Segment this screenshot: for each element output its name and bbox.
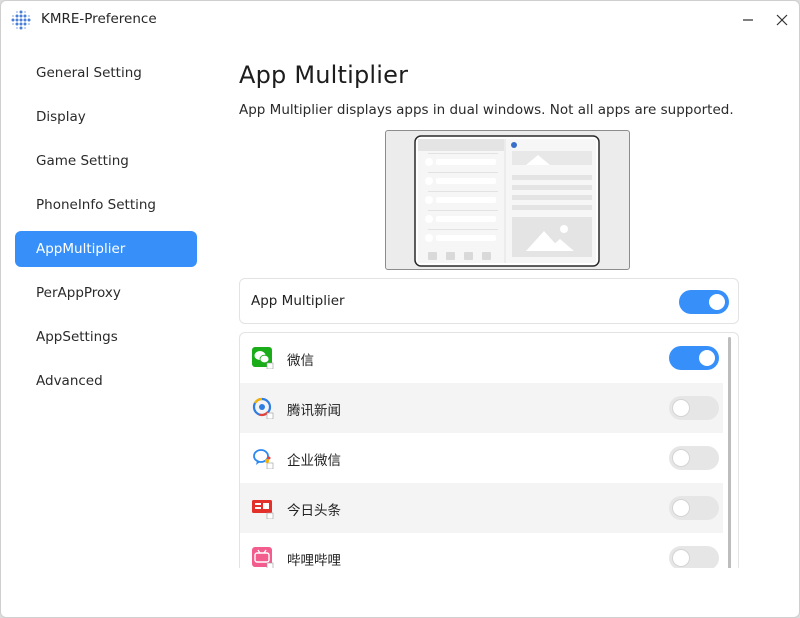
tablet-illustration-icon bbox=[414, 135, 600, 267]
wecom-toggle[interactable] bbox=[669, 446, 719, 470]
sidebar-item-label: PhoneInfo Setting bbox=[36, 197, 156, 213]
sidebar-item-label: Display bbox=[36, 109, 86, 125]
tencent-news-icon bbox=[252, 397, 274, 419]
minimize-icon bbox=[743, 19, 753, 21]
list-item-wecom: 企业微信 bbox=[240, 433, 723, 483]
list-item-toutiao: 今日头条 bbox=[240, 483, 723, 533]
main-panel: App Multiplier App Multiplier displays a… bbox=[239, 1, 739, 617]
list-item-tencent-news: 腾讯新闻 bbox=[240, 383, 723, 433]
bilibili-icon bbox=[252, 547, 274, 568]
toggle-knob bbox=[673, 500, 689, 516]
app-name: 企业微信 bbox=[287, 453, 341, 469]
sidebar-item-perappproxy[interactable]: PerAppProxy bbox=[15, 275, 197, 311]
toggle-knob bbox=[673, 400, 689, 416]
app-multiplier-master-row: App Multiplier bbox=[239, 278, 739, 324]
sidebar-nav: General Setting Display Game Setting Pho… bbox=[15, 55, 197, 407]
toggle-knob bbox=[709, 294, 725, 310]
tencent-news-toggle[interactable] bbox=[669, 396, 719, 420]
sidebar-item-game-setting[interactable]: Game Setting bbox=[15, 143, 197, 179]
app-list: 微信 腾讯新闻 企业微信 今日头条 哔哩哔哩 bbox=[239, 332, 739, 568]
sidebar-item-label: General Setting bbox=[36, 65, 142, 81]
dual-window-illustration bbox=[385, 130, 630, 270]
sidebar-item-label: Game Setting bbox=[36, 153, 129, 169]
toutiao-icon bbox=[252, 500, 274, 519]
sidebar-item-general-setting[interactable]: General Setting bbox=[15, 55, 197, 91]
sidebar-item-appmultiplier[interactable]: AppMultiplier bbox=[15, 231, 197, 267]
sidebar-item-label: PerAppProxy bbox=[36, 285, 121, 301]
close-button[interactable] bbox=[772, 10, 792, 30]
sidebar-item-appsettings[interactable]: AppSettings bbox=[15, 319, 197, 355]
page-title: App Multiplier bbox=[239, 61, 409, 89]
toutiao-toggle[interactable] bbox=[669, 496, 719, 520]
app-name: 哔哩哔哩 bbox=[287, 553, 341, 568]
minimize-button[interactable] bbox=[738, 10, 758, 30]
list-item-wechat: 微信 bbox=[240, 333, 723, 383]
toggle-knob bbox=[673, 450, 689, 466]
app-name: 今日头条 bbox=[287, 503, 341, 519]
app-list-scrollbar[interactable] bbox=[728, 337, 731, 568]
window-title: KMRE-Preference bbox=[41, 11, 157, 27]
bilibili-toggle[interactable] bbox=[669, 546, 719, 568]
sidebar-item-label: Advanced bbox=[36, 373, 103, 389]
page-description: App Multiplier displays apps in dual win… bbox=[239, 102, 734, 118]
wecom-icon bbox=[253, 449, 274, 469]
wechat-icon bbox=[252, 347, 274, 369]
sidebar-item-phoneinfo-setting[interactable]: PhoneInfo Setting bbox=[15, 187, 197, 223]
app-multiplier-toggle[interactable] bbox=[679, 290, 729, 314]
preference-window: KMRE-Preference General Setting Display … bbox=[0, 0, 800, 618]
list-item-bilibili: 哔哩哔哩 bbox=[240, 533, 723, 568]
sidebar-item-display[interactable]: Display bbox=[15, 99, 197, 135]
sidebar-item-advanced[interactable]: Advanced bbox=[15, 363, 197, 399]
app-name: 微信 bbox=[287, 353, 314, 369]
sidebar-item-label: AppSettings bbox=[36, 329, 118, 345]
sidebar-item-label: AppMultiplier bbox=[36, 241, 126, 257]
master-toggle-label: App Multiplier bbox=[251, 293, 345, 309]
kmre-logo-icon bbox=[11, 10, 31, 30]
toggle-knob bbox=[699, 350, 715, 366]
app-name: 腾讯新闻 bbox=[287, 403, 341, 419]
toggle-knob bbox=[673, 550, 689, 566]
close-icon bbox=[776, 14, 788, 26]
wechat-toggle[interactable] bbox=[669, 346, 719, 370]
